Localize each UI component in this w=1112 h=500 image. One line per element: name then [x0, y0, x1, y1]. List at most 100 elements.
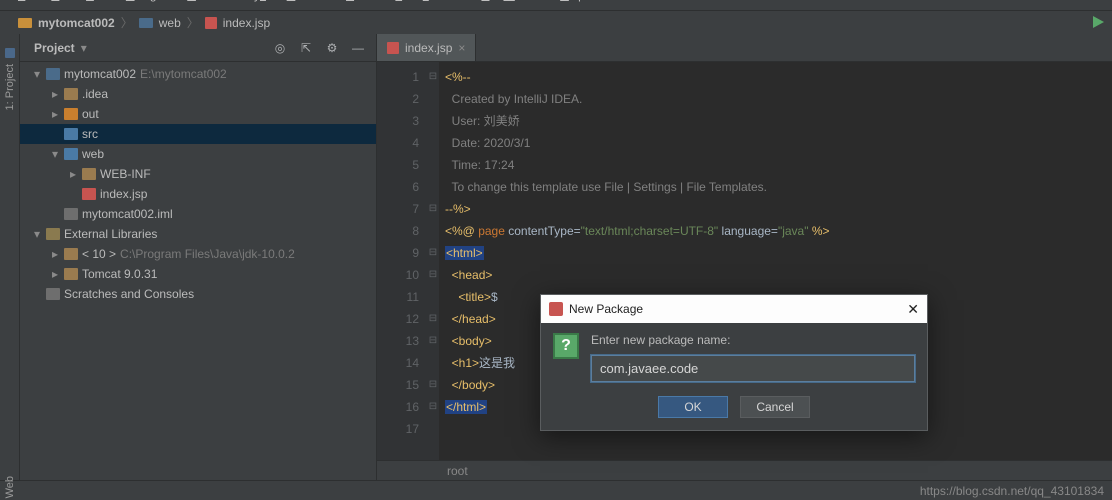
navigation-bar: mytomcat002 〉 web 〉 index.jsp [0, 10, 1112, 34]
tree-row[interactable]: ▸ WEB-INF [20, 164, 376, 184]
tree-label: web [82, 147, 104, 161]
tree-path-dim: E:\mytomcat002 [140, 67, 227, 81]
tree-row[interactable]: mytomcat002.iml [20, 204, 376, 224]
web-tool-label[interactable]: Web [4, 476, 16, 498]
lib-icon [46, 228, 60, 240]
tree-label: out [82, 107, 99, 121]
fold-gutter[interactable]: ⊟⊟⊟⊟⊟⊟⊟⊟ [427, 62, 439, 460]
status-bar: https://blog.csdn.net/qq_43101834 [0, 480, 1112, 500]
module-icon [46, 68, 60, 80]
project-tool-label[interactable]: 1: Project [4, 64, 16, 110]
editor-breadcrumb[interactable]: root [377, 460, 1112, 480]
tree-label: External Libraries [64, 227, 157, 241]
package-name-input[interactable] [591, 355, 915, 382]
tree-label: Tomcat 9.0.31 [82, 267, 157, 281]
breadcrumb-root[interactable]: root [447, 464, 468, 478]
menu-edit[interactable]: Edit [51, 0, 72, 4]
menu-window[interactable]: Window [503, 0, 546, 4]
tree-row[interactable]: ▸ < 10 > C:\Program Files\Java\jdk-10.0.… [20, 244, 376, 264]
left-tool-gutter: 1: Project [0, 34, 20, 480]
editor-tabs: index.jsp × [377, 34, 1112, 62]
expand-arrow-icon[interactable]: ▸ [50, 107, 60, 121]
cancel-button[interactable]: Cancel [740, 396, 810, 418]
menu-analyze[interactable]: Analyze [230, 0, 273, 4]
tree-label: < 10 > [82, 247, 116, 261]
project-tool-icon[interactable] [5, 48, 15, 58]
question-icon: ? [553, 333, 579, 359]
folder-blue-icon [64, 128, 78, 140]
menu-tools[interactable]: Tools [423, 0, 451, 4]
menu-help[interactable]: Help [560, 0, 585, 4]
run-button[interactable] [1090, 14, 1106, 30]
folder-icon [64, 88, 78, 100]
tree-row[interactable]: ▸ Tomcat 9.0.31 [20, 264, 376, 284]
menu-refactor[interactable]: Refactor [287, 0, 332, 4]
dialog-titlebar[interactable]: New Package ✕ [541, 295, 927, 323]
project-panel-title[interactable]: Project [34, 41, 75, 55]
collapse-all-icon[interactable]: ⇱ [296, 38, 316, 58]
tree-label: mytomcat002 [64, 67, 136, 81]
menu-build[interactable]: Build [346, 0, 373, 4]
target-icon[interactable]: ◎ [270, 38, 290, 58]
tab-index-jsp[interactable]: index.jsp × [377, 34, 476, 61]
folder-blue-icon [64, 148, 78, 160]
tree-row[interactable]: ▾ web [20, 144, 376, 164]
nav-project[interactable]: mytomcat002 [38, 16, 115, 30]
menu-code[interactable]: Code [187, 0, 216, 4]
tree-row[interactable]: ▾ mytomcat002 E:\mytomcat002 [20, 64, 376, 84]
menu-bar: File Edit View Navigate Code Analyze Ref… [0, 0, 1112, 10]
project-tree[interactable]: ▾ mytomcat002 E:\mytomcat002▸ .idea▸ out… [20, 62, 376, 480]
project-tool-window: Project ▾ ◎ ⇱ ⚙ — ▾ mytomcat002 E:\mytom… [20, 34, 376, 480]
folder-icon [82, 168, 96, 180]
folder-orange-icon [64, 108, 78, 120]
folder-icon [64, 268, 78, 280]
status-url: https://blog.csdn.net/qq_43101834 [920, 484, 1104, 498]
expand-arrow-icon[interactable]: ▾ [50, 147, 60, 161]
tree-label: index.jsp [100, 187, 147, 201]
tree-label: .idea [82, 87, 108, 101]
expand-arrow-icon[interactable]: ▸ [50, 87, 60, 101]
tree-row[interactable]: ▾ External Libraries [20, 224, 376, 244]
expand-arrow-icon[interactable]: ▾ [32, 67, 42, 81]
tab-label: index.jsp [405, 41, 452, 55]
file-icon [64, 208, 78, 220]
tree-label: Scratches and Consoles [64, 287, 194, 301]
tree-row[interactable]: src [20, 124, 376, 144]
expand-arrow-icon[interactable]: ▸ [50, 267, 60, 281]
nav-file[interactable]: index.jsp [223, 16, 270, 30]
close-icon[interactable]: × [458, 41, 465, 55]
expand-arrow-icon[interactable]: ▾ [32, 227, 42, 241]
menu-navigate[interactable]: Navigate [126, 0, 173, 4]
tree-label: WEB-INF [100, 167, 151, 181]
jsp-file-icon [205, 17, 217, 29]
jsp-icon [82, 188, 96, 200]
tree-label: src [82, 127, 98, 141]
file-icon [46, 288, 60, 300]
project-icon [18, 18, 32, 28]
project-panel-header: Project ▾ ◎ ⇱ ⚙ — [20, 34, 376, 62]
expand-arrow-icon[interactable]: ▸ [68, 167, 78, 181]
nav-sep: 〉 [187, 14, 199, 31]
expand-arrow-icon[interactable]: ▸ [50, 247, 60, 261]
line-number-gutter: 1234567891011121314151617 [377, 62, 427, 460]
gear-icon[interactable]: ⚙ [322, 38, 342, 58]
ok-button[interactable]: OK [658, 396, 728, 418]
tree-row[interactable]: ▸ out [20, 104, 376, 124]
dropdown-icon[interactable]: ▾ [81, 41, 87, 55]
dialog-app-icon [549, 302, 563, 316]
new-package-dialog: New Package ✕ ? Enter new package name: … [540, 294, 928, 431]
nav-folder[interactable]: web [159, 16, 181, 30]
minimize-icon[interactable]: — [348, 38, 368, 58]
folder-icon [139, 18, 153, 28]
close-icon[interactable]: ✕ [907, 301, 919, 318]
tree-row[interactable]: ▸ .idea [20, 84, 376, 104]
tree-row[interactable]: Scratches and Consoles [20, 284, 376, 304]
tree-row[interactable]: index.jsp [20, 184, 376, 204]
tree-path-dim: C:\Program Files\Java\jdk-10.0.2 [120, 247, 295, 261]
menu-view[interactable]: View [86, 0, 112, 4]
menu-vcs[interactable]: VCS [465, 0, 490, 4]
tree-label: mytomcat002.iml [82, 207, 173, 221]
menu-file[interactable]: File [18, 0, 37, 4]
menu-run[interactable]: Run [387, 0, 409, 4]
nav-sep: 〉 [121, 14, 133, 31]
